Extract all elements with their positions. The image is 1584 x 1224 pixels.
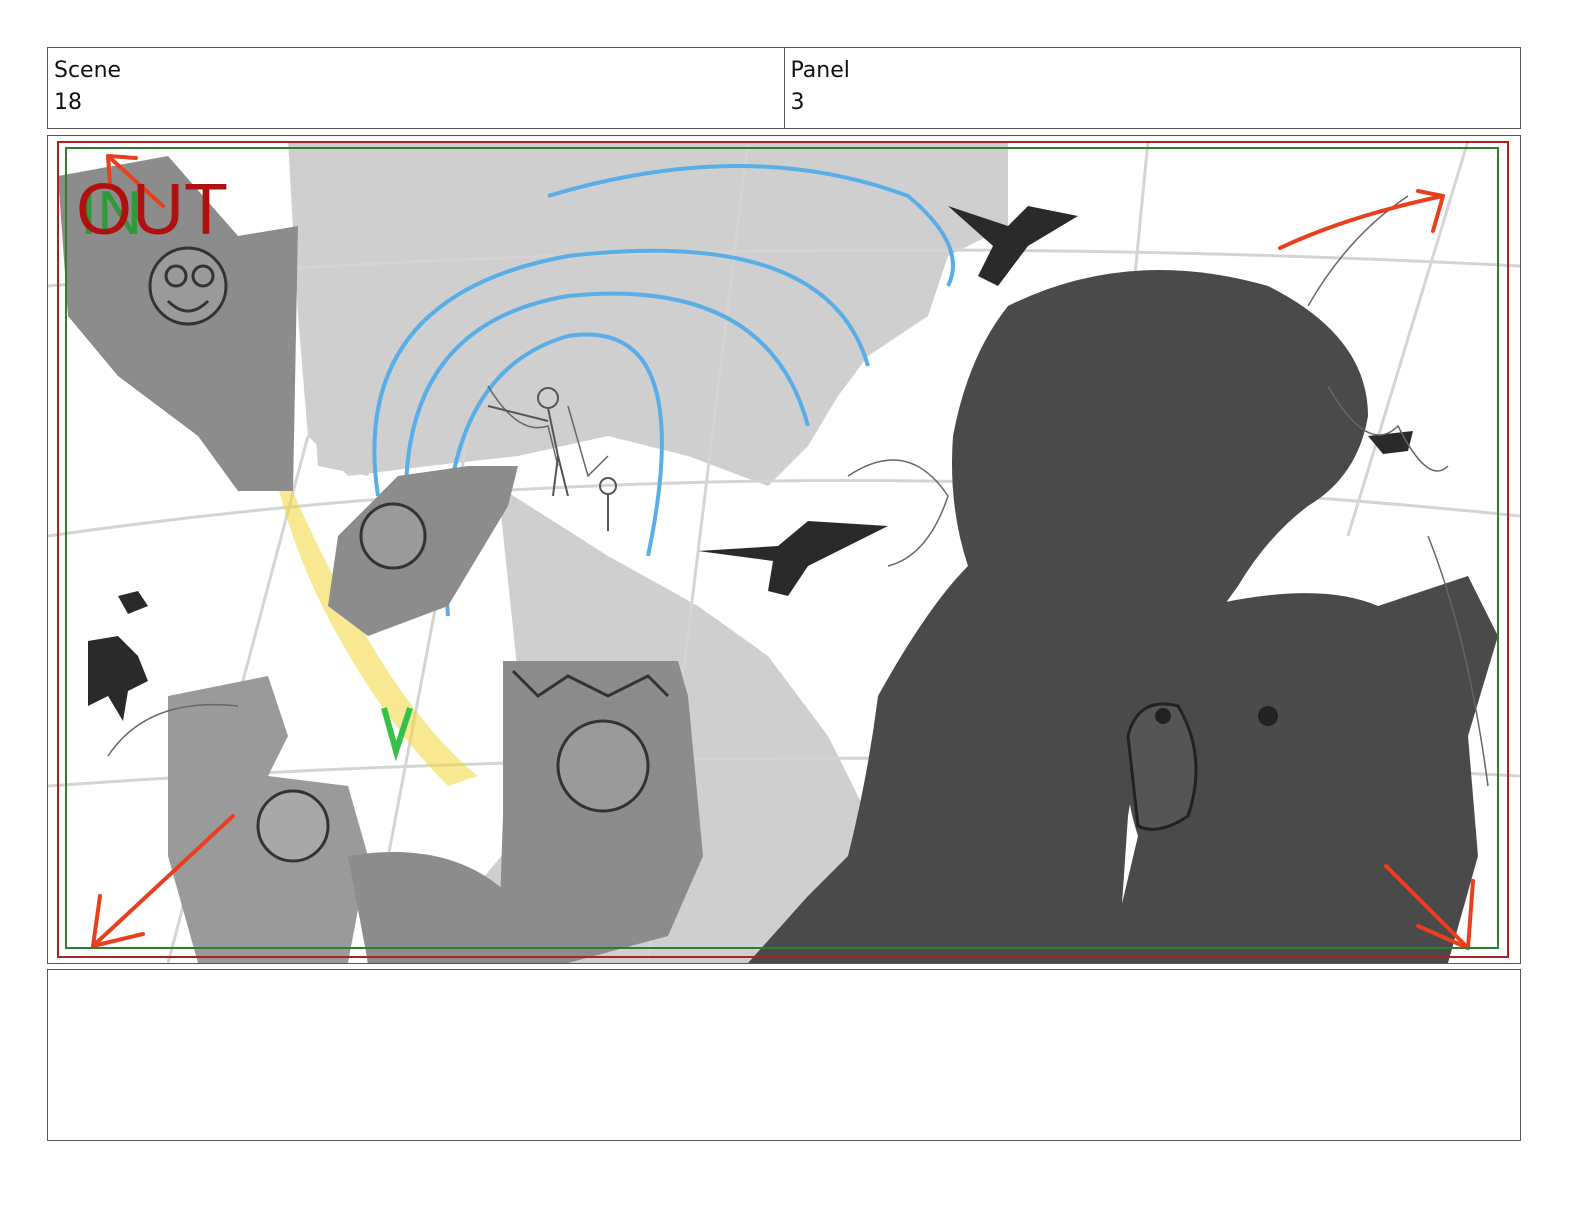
arrow-top-right-icon: [1278, 194, 1445, 250]
storyboard-sketch: IN OUT: [48, 140, 1520, 963]
panel-number[interactable]: 3: [791, 86, 1515, 120]
scene-cell: Scene 18: [48, 48, 784, 128]
notes-box[interactable]: [47, 969, 1521, 1141]
panel-header: Scene 18 Panel 3: [47, 47, 1521, 129]
scene-label: Scene: [54, 58, 122, 83]
transition-out-label: OUT: [76, 170, 228, 250]
character-cat-center: [498, 661, 703, 963]
character-flying: [328, 466, 518, 636]
scene-number[interactable]: 18: [54, 86, 778, 120]
panel-label: Panel: [790, 58, 850, 83]
storyboard-panel-frame[interactable]: IN OUT: [47, 135, 1521, 964]
panel-cell: Panel 3: [783, 48, 1521, 128]
foreground-character-large: [748, 270, 1498, 963]
character-bottom-left: [168, 676, 528, 963]
